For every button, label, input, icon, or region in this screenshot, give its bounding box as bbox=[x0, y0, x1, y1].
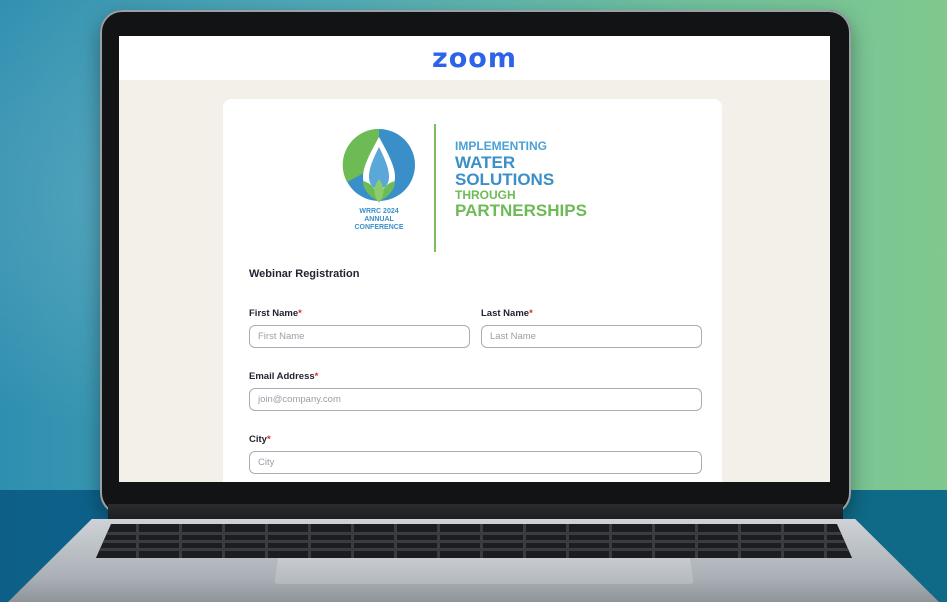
emblem-text-line: CONFERENCE bbox=[354, 224, 403, 231]
tagline-line: THROUGH bbox=[455, 188, 516, 202]
emblem-text-line: ANNUAL bbox=[364, 216, 394, 223]
keyboard-row-divider bbox=[96, 532, 852, 535]
tagline-line: SOLUTIONS bbox=[455, 170, 555, 189]
required-marker: * bbox=[529, 308, 533, 319]
last-name-label: Last Name* bbox=[481, 308, 533, 319]
city-label: City* bbox=[249, 434, 271, 445]
required-marker: * bbox=[266, 434, 271, 445]
form-title: Webinar Registration bbox=[249, 268, 360, 280]
city-label-text: City bbox=[249, 434, 267, 445]
registration-card: WRRC 2024 ANNUAL CONFERENCE IMPLEMENTING… bbox=[223, 99, 722, 482]
keyboard-row-divider bbox=[96, 540, 852, 543]
email-label-text: Email Address bbox=[249, 371, 315, 382]
water-drop-leaf-emblem-icon: WRRC 2024 ANNUAL CONFERENCE bbox=[342, 128, 415, 231]
laptop-trackpad bbox=[274, 558, 694, 584]
zoom-logo[interactable]: zoom bbox=[432, 43, 517, 74]
conference-banner: WRRC 2024 ANNUAL CONFERENCE IMPLEMENTING… bbox=[223, 99, 722, 259]
laptop-keyboard bbox=[96, 524, 852, 558]
email-input[interactable] bbox=[249, 388, 702, 411]
tagline-line: PARTNERSHIPS bbox=[455, 201, 587, 220]
emblem-text-line: WRRC 2024 bbox=[359, 208, 398, 215]
keyboard-row-divider bbox=[96, 548, 852, 551]
zoom-header: zoom bbox=[119, 36, 830, 80]
tagline-line: WATER bbox=[455, 153, 516, 172]
first-name-label: First Name* bbox=[249, 308, 302, 319]
last-name-label-text: Last Name bbox=[481, 308, 530, 319]
last-name-input[interactable] bbox=[481, 325, 702, 348]
tagline-line: IMPLEMENTING bbox=[455, 139, 547, 153]
required-marker: * bbox=[298, 308, 302, 319]
banner-divider bbox=[434, 124, 436, 252]
required-marker: * bbox=[314, 371, 319, 382]
laptop-screen: zoom WRRC 2024 ANNUAL CONFERENCE IMPLEME… bbox=[119, 36, 830, 482]
email-label: Email Address* bbox=[249, 371, 318, 382]
conference-tagline: IMPLEMENTING WATER SOLUTIONS THROUGH PAR… bbox=[455, 140, 587, 219]
city-input[interactable] bbox=[249, 451, 702, 474]
first-name-label-text: First Name bbox=[249, 308, 299, 319]
first-name-input[interactable] bbox=[249, 325, 470, 348]
